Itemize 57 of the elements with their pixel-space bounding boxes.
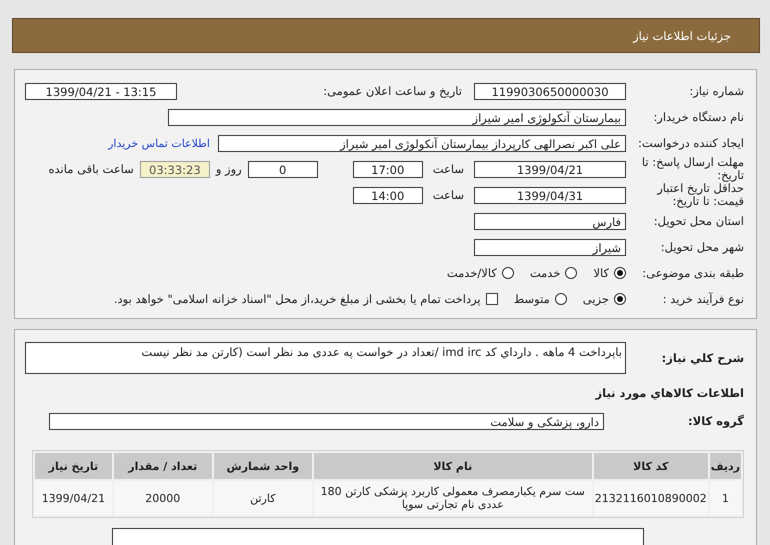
field-label: شهر محل تحویل: [660,240,744,254]
radio-button[interactable] [554,293,567,305]
time-label: ساعت [432,162,464,176]
column-header: ردیف [710,453,741,479]
table-cell: کارتن [214,481,312,515]
table-cell: ست سرم یکبارمصرف معمولی کاربرد پزشکی کارتن 180 عددی نام تجارتی سوپا [314,481,592,515]
days-field: 0 [248,160,318,178]
need-number-field: 1199030650000030 [474,82,626,100]
page-title: جزئیات اطلاعات نیاز [633,28,731,42]
remaining-label: ساعت باقی مانده [48,162,134,176]
section-heading: اطلاعات کالاهاي مورد نیاز [594,386,744,400]
radio-button[interactable] [565,267,578,279]
field-label: تاریخ و ساعت اعلان عمومی: [322,84,462,98]
column-header: تاریخ نیاز [35,453,112,479]
radio-label: خدمت [530,266,560,280]
validity-time-field: 14:00 [352,186,423,204]
radio-label: کالا/خدمت [446,266,497,280]
field-label: شرح کلي نیاز: [660,352,744,364]
goods-group-field: دارو، پزشکی و سلامت [49,412,604,430]
field-label: حداقل تاریخ اعتبار قیمت: تا تاریخ: [656,182,744,208]
city-field: شیراز [474,238,626,256]
column-header: کد کالا [594,453,708,479]
validity-date-field: 1399/04/31 [474,186,626,204]
checkbox[interactable] [486,293,498,305]
radio-label: متوسط [514,292,550,306]
field-label: استان محل تحویل: [652,214,744,228]
requester-field: علی اکبر نصرالهی کارپرداز بیمارستان آنکولوژی امیر شیراز [218,134,626,152]
radio-button[interactable] [502,267,514,279]
field-label: گروه کالا: [687,414,744,428]
radio-label: کالا [593,266,609,280]
column-header: نام کالا [314,453,592,479]
column-header: تعداد / مقدار [114,453,212,479]
field-label: طبقه بندی موضوعی: [641,266,744,280]
checkbox-label: پرداخت تمام یا بخشی از مبلغ خرید،از محل "اسناد خزانه اسلامی" خواهد بود. [114,292,481,306]
radio-button[interactable] [614,267,626,279]
field-label: نوع فرآیند خرید : [662,292,744,306]
field-label: نام دستگاه خریدار: [652,110,744,124]
table-cell: 1 [710,481,741,515]
table-cell: 20000 [114,481,212,515]
time-label: ساعت [432,188,464,202]
field-label: شماره نیاز: [688,84,744,98]
province-field: فارس [474,212,626,230]
deadline-time-field: 17:00 [352,160,423,178]
table-cell: 1399/04/21 [35,481,112,515]
table-cell: 2132116010890002 [594,481,708,515]
announce-date-field: 1399/04/21 - 13:15 [25,82,177,100]
buyer-org-field: بیمارستان آنکولوژی امیر شیراز [168,108,626,126]
days-label: روز و [216,162,242,176]
radio-button[interactable] [614,293,626,305]
radio-label: جزیی [582,292,609,306]
remaining-time-field: 03:33:23 [140,160,210,178]
field-label: مهلت ارسال پاسخ: تا تاریخ: [640,156,744,182]
field-label: ایجاد کننده درخواست: [637,136,744,150]
column-header: واحد شمارش [214,453,312,479]
description-field: باپرداخت 4 ماهه . دارداي کد imd irc /تعداد در خواست په عددی مد نظر است (کارتن مد نظر نیست [25,342,626,374]
buyer-contact-link[interactable]: اطلاعات تماس خریدار [108,136,210,150]
deadline-date-field: 1399/04/21 [474,160,626,178]
